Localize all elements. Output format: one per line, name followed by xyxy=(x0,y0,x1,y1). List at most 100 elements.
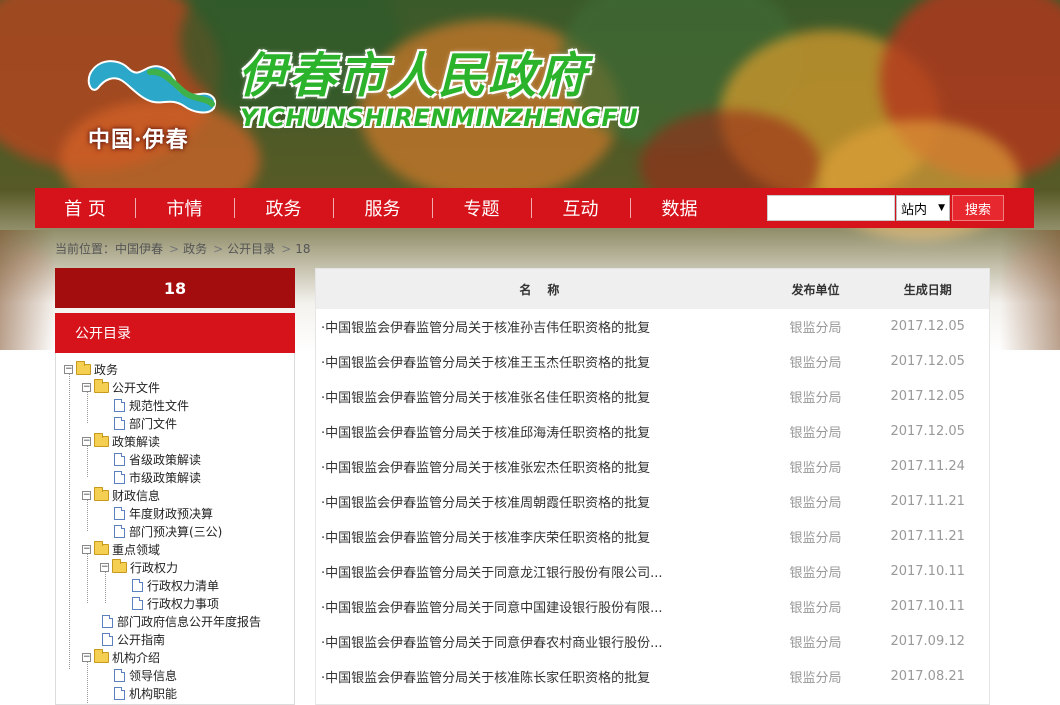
site-subtitle: YICHUNSHIRENMINZHENGFU xyxy=(240,104,639,132)
search-button[interactable]: 搜索 xyxy=(952,195,1004,221)
tree-folder-node[interactable]: − 政策解读 xyxy=(82,432,160,450)
document-title-link[interactable]: ·中国银监会伊春监管分局关于同意龙江银行股份有限公司... xyxy=(316,562,765,581)
document-title-link[interactable]: ·中国银监会伊春监管分局关于核准周朝霞任职资格的批复 xyxy=(316,492,765,511)
tree-node-label: 领导信息 xyxy=(129,668,178,683)
tree-folder-node[interactable]: − 重点领域 xyxy=(82,540,160,558)
folder-icon xyxy=(94,648,109,663)
tree-node-label: 公开指南 xyxy=(117,632,166,647)
tree-node-label: 部门文件 xyxy=(129,416,178,431)
nav-government-affairs[interactable]: 政务 xyxy=(234,188,333,228)
search-input[interactable] xyxy=(767,195,895,221)
nav-topics[interactable]: 专题 xyxy=(432,188,531,228)
date-cell: 2017.11.21 xyxy=(890,529,965,544)
tree-folder-node[interactable]: − 行政权力 xyxy=(100,558,178,576)
search-scope-select[interactable]: 站内 ▼ xyxy=(896,195,950,221)
nav-interaction[interactable]: 互动 xyxy=(531,188,630,228)
collapse-toggle-icon[interactable]: − xyxy=(82,436,91,446)
document-title-link[interactable]: ·中国银监会伊春监管分局关于核准张名佳任职资格的批复 xyxy=(316,387,765,406)
tree-folder-node[interactable]: − 机构介绍 xyxy=(82,648,160,666)
document-title-link[interactable]: ·中国银监会伊春监管分局关于同意伊春农村商业银行股份... xyxy=(316,632,765,651)
document-title-link[interactable]: ·中国银监会伊春监管分局关于核准孙吉伟任职资格的批复 xyxy=(316,317,765,336)
column-header-unit: 发布单位 xyxy=(791,282,840,297)
breadcrumb: 当前位置：中国伊春 > 政务 > 公开目录 >18 xyxy=(55,240,315,257)
document-icon xyxy=(114,686,125,700)
sidebar-title: 18 xyxy=(55,268,295,308)
breadcrumb-item[interactable]: 中国伊春 xyxy=(115,242,163,256)
tree-node-label: 重点领域 xyxy=(112,542,161,557)
column-header-name: 名 称 xyxy=(519,282,562,297)
document-title-link[interactable]: ·中国银监会伊春监管分局关于核准王玉杰任职资格的批复 xyxy=(316,352,765,371)
breadcrumb-separator-icon: > xyxy=(213,242,224,256)
tree-leaf-node[interactable]: 部门文件 xyxy=(114,414,177,432)
tree-node-label: 部门预决算(三公) xyxy=(129,524,223,539)
tree-folder-node[interactable]: − 公开文件 xyxy=(82,378,160,396)
breadcrumb-separator-icon: > xyxy=(169,242,180,256)
publisher-cell: 银监分局 xyxy=(789,636,842,651)
document-icon xyxy=(114,452,125,466)
tree-leaf-node[interactable]: 行政权力清单 xyxy=(132,576,219,594)
collapse-toggle-icon[interactable]: − xyxy=(82,490,91,500)
date-cell: 2017.12.05 xyxy=(890,389,965,404)
tree-leaf-node[interactable]: 部门政府信息公开年度报告 xyxy=(102,612,261,630)
site-title[interactable]: 伊春市人民政府 xyxy=(238,36,588,106)
collapse-toggle-icon[interactable]: − xyxy=(100,562,109,572)
publisher-cell: 银监分局 xyxy=(789,566,842,581)
document-title-link[interactable]: ·中国银监会伊春监管分局关于核准邱海涛任职资格的批复 xyxy=(316,422,765,441)
tree-folder-node[interactable]: − 财政信息 xyxy=(82,486,160,504)
tree-folder-node[interactable]: − 政务 xyxy=(64,360,118,378)
column-header-date: 生成日期 xyxy=(903,282,952,297)
tree-leaf-node[interactable]: 部门预决算(三公) xyxy=(114,522,222,540)
date-cell: 2017.11.21 xyxy=(890,494,965,509)
tree-node-label: 行政权力事项 xyxy=(147,596,220,611)
document-icon xyxy=(102,632,113,646)
document-title-link[interactable]: ·中国银监会伊春监管分局关于核准张宏杰任职资格的批复 xyxy=(316,457,765,476)
document-title-link[interactable]: ·中国银监会伊春监管分局关于核准李庆荣任职资格的批复 xyxy=(316,527,765,546)
tree-leaf-node[interactable]: 机构职能 xyxy=(114,684,177,702)
table-row: ·中国银监会伊春监管分局关于核准王玉杰任职资格的批复 银监分局 2017.12.05 xyxy=(316,344,989,379)
document-icon xyxy=(114,398,125,412)
collapse-toggle-icon[interactable]: − xyxy=(82,652,91,662)
date-cell: 2017.11.24 xyxy=(890,459,965,474)
nav-city-info[interactable]: 市情 xyxy=(135,188,234,228)
folder-icon xyxy=(94,486,109,501)
nav-home[interactable]: 首 页 xyxy=(35,188,135,228)
tree-leaf-node[interactable]: 市级政策解读 xyxy=(114,468,201,486)
table-row: ·中国银监会伊春监管分局关于核准张名佳任职资格的批复 银监分局 2017.12.05 xyxy=(316,379,989,414)
breadcrumb-item[interactable]: 政务 xyxy=(183,242,207,256)
breadcrumb-item[interactable]: 公开目录 xyxy=(227,242,275,256)
table-row: ·中国银监会伊春监管分局关于核准邱海涛任职资格的批复 银监分局 2017.12.05 xyxy=(316,414,989,449)
tree-node-label: 财政信息 xyxy=(112,488,161,503)
tree-leaf-node[interactable]: 领导信息 xyxy=(114,666,177,684)
nav-data[interactable]: 数据 xyxy=(630,188,729,228)
tree-node-label: 政策解读 xyxy=(112,434,161,449)
tree-leaf-node[interactable]: 公开指南 xyxy=(102,630,165,648)
table-row: ·中国银监会伊春监管分局关于核准李庆荣任职资格的批复 银监分局 2017.11.21 xyxy=(316,519,989,554)
document-icon xyxy=(114,524,125,538)
document-title-link[interactable]: ·中国银监会伊春监管分局关于同意中国建设银行股份有限... xyxy=(316,597,765,616)
tree-leaf-node[interactable]: 行政权力事项 xyxy=(132,594,219,612)
tree-leaf-node[interactable]: 省级政策解读 xyxy=(114,450,201,468)
date-cell: 2017.10.11 xyxy=(890,599,965,614)
date-cell: 2017.12.05 xyxy=(890,424,965,439)
publisher-cell: 银监分局 xyxy=(789,671,842,686)
catalog-tree: − 政务 − 公开文件 规范性文件 部门文件 − 政策解读 省级政策解读 市级政策解读 − 财政信息年… xyxy=(55,353,295,705)
document-title-link[interactable]: ·中国银监会伊春监管分局关于核准陈长家任职资格的批复 xyxy=(316,667,765,686)
tree-node-label: 政务 xyxy=(94,362,119,377)
tree-node-label: 行政权力 xyxy=(130,560,179,575)
document-table: 名 称 发布单位 生成日期 ·中国银监会伊春监管分局关于核准孙吉伟任职资格的批复… xyxy=(315,268,990,705)
tree-leaf-node[interactable]: 年度财政预决算 xyxy=(114,504,213,522)
collapse-toggle-icon[interactable]: − xyxy=(82,544,91,554)
sidebar-subtitle[interactable]: 公开目录 xyxy=(55,313,295,353)
breadcrumb-separator-icon: > xyxy=(281,242,292,256)
tree-leaf-node[interactable]: 规范性文件 xyxy=(114,396,189,414)
folder-icon xyxy=(94,432,109,447)
publisher-cell: 银监分局 xyxy=(789,391,842,406)
collapse-toggle-icon[interactable]: − xyxy=(64,364,73,374)
dropdown-arrow-icon: ▼ xyxy=(938,203,945,213)
folder-icon xyxy=(76,360,91,375)
nav-services[interactable]: 服务 xyxy=(333,188,432,228)
tree-node-label: 市级政策解读 xyxy=(129,470,202,485)
date-cell: 2017.08.21 xyxy=(890,669,965,684)
collapse-toggle-icon[interactable]: − xyxy=(82,382,91,392)
tree-node-label: 机构职能 xyxy=(129,686,178,701)
